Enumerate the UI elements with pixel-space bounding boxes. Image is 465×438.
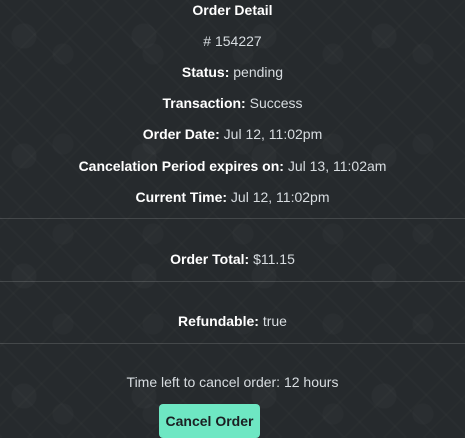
current-time-row: Current Time: Jul 12, 11:02pm xyxy=(0,187,465,207)
transaction-row: Transaction: Success xyxy=(0,93,465,113)
current-time-label: Current Time: xyxy=(135,189,228,205)
order-detail-heading: Order Detail xyxy=(0,0,465,20)
cancel-order-button[interactable]: Cancel Order xyxy=(159,404,260,438)
divider xyxy=(0,343,465,344)
transaction-value: Success xyxy=(249,95,303,111)
status-label: Status: xyxy=(181,64,230,80)
order-total-row: Order Total: $11.15 xyxy=(0,249,465,269)
order-date-label: Order Date: xyxy=(142,126,220,142)
refundable-value: true xyxy=(262,313,287,329)
order-detail-panel: Order Detail # 154227 Status: pending Tr… xyxy=(0,0,465,438)
transaction-label: Transaction: xyxy=(162,95,246,111)
order-total-value: $11.15 xyxy=(253,251,295,267)
cancel-period-row: Cancelation Period expires on: Jul 13, 1… xyxy=(0,156,465,176)
cancel-period-label: Cancelation Period expires on: xyxy=(78,158,284,174)
order-date-row: Order Date: Jul 12, 11:02pm xyxy=(0,124,465,144)
current-time-value: Jul 12, 11:02pm xyxy=(230,189,330,205)
refundable-row: Refundable: true xyxy=(0,311,465,331)
order-date-value: Jul 12, 11:02pm xyxy=(223,126,323,142)
status-row: Status: pending xyxy=(0,62,465,82)
refundable-label: Refundable: xyxy=(178,313,259,329)
heading-text: Order Detail xyxy=(192,2,273,18)
status-value: pending xyxy=(233,64,284,80)
order-number: # 154227 xyxy=(0,31,465,51)
order-number-text: # 154227 xyxy=(203,33,262,49)
divider xyxy=(0,281,465,282)
order-total-label: Order Total: xyxy=(170,251,250,267)
time-left-row: Time left to cancel order: 12 hours xyxy=(0,372,465,392)
cancel-period-value: Jul 13, 11:02am xyxy=(287,158,387,174)
time-left-text: Time left to cancel order: 12 hours xyxy=(126,374,339,390)
divider xyxy=(0,218,465,219)
